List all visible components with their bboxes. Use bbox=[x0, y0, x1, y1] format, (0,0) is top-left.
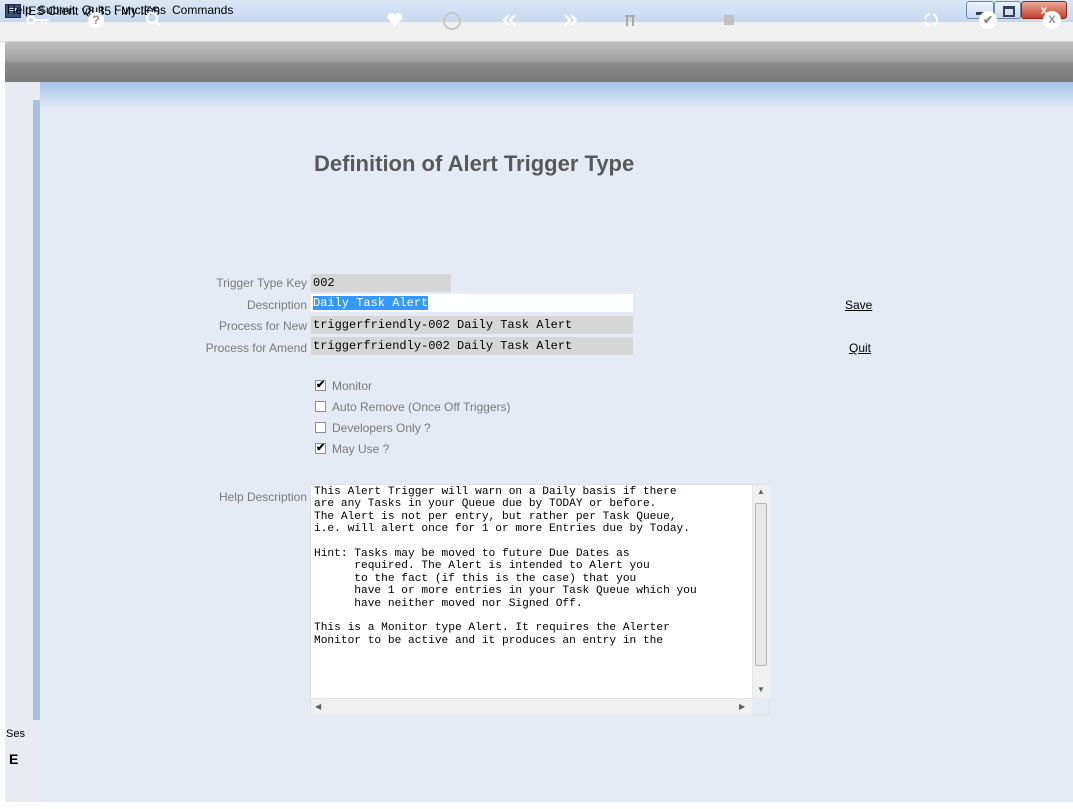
close-icon[interactable]: X bbox=[1043, 11, 1061, 29]
auto-remove-label: Auto Remove (Once Off Triggers) bbox=[332, 400, 511, 414]
rewind-icon[interactable] bbox=[497, 10, 523, 30]
process-for-amend-field[interactable]: triggerfriendly-002 Daily Task Alert bbox=[311, 337, 633, 355]
scrollbar-thumb[interactable] bbox=[755, 503, 767, 666]
stop-icon[interactable] bbox=[716, 10, 742, 30]
session-label: Ses bbox=[6, 728, 25, 740]
scroll-left-arrow-icon[interactable]: ◀ bbox=[315, 702, 321, 711]
content-header-gradient bbox=[40, 82, 1073, 110]
fast-forward-icon[interactable] bbox=[557, 10, 583, 30]
key-icon[interactable] bbox=[26, 10, 52, 30]
trigger-type-key-label: Trigger Type Key bbox=[216, 276, 307, 290]
help-description-text: This Alert Trigger will warn on a Daily … bbox=[314, 486, 697, 647]
help-description-label: Help Description bbox=[218, 490, 307, 504]
trigger-type-key-field[interactable]: 002 bbox=[311, 274, 451, 292]
may-use-checkbox[interactable]: ✔ bbox=[315, 443, 326, 454]
scroll-right-arrow-icon[interactable]: ▶ bbox=[739, 702, 745, 711]
save-button[interactable]: Save bbox=[845, 298, 872, 312]
help-description-textarea[interactable]: This Alert Trigger will warn on a Daily … bbox=[310, 484, 770, 715]
toolbar bbox=[5, 42, 1073, 82]
scrollbar-corner bbox=[752, 698, 769, 714]
auto-remove-checkbox[interactable] bbox=[315, 401, 326, 412]
menu-commands[interactable]: Commands bbox=[172, 3, 233, 17]
scroll-down-arrow-icon[interactable]: ▼ bbox=[757, 685, 765, 694]
help-icon[interactable]: ? bbox=[88, 12, 104, 28]
scroll-up-arrow-icon[interactable]: ▲ bbox=[757, 487, 765, 496]
monitor-label: Monitor bbox=[332, 379, 373, 393]
vertical-scrollbar[interactable]: ▲ ▼ bbox=[752, 485, 770, 698]
session-item-icon[interactable]: E bbox=[9, 751, 18, 767]
horizontal-scrollbar[interactable]: ◀ ▶ bbox=[311, 698, 752, 715]
maximize-button[interactable] bbox=[994, 1, 1021, 19]
description-value: Daily Task Alert bbox=[313, 296, 429, 310]
quit-button[interactable]: Quit bbox=[849, 341, 871, 355]
may-use-label: May Use ? bbox=[332, 442, 390, 456]
developers-only-checkbox[interactable] bbox=[315, 422, 326, 433]
clock-icon[interactable] bbox=[443, 12, 461, 30]
description-field[interactable]: Daily Task Alert bbox=[311, 294, 633, 312]
description-label: Description bbox=[246, 298, 307, 312]
search-icon[interactable] bbox=[141, 10, 167, 30]
page-title: Definition of Alert Trigger Type bbox=[314, 151, 635, 176]
recycle-icon[interactable] bbox=[918, 10, 944, 30]
process-for-new-label: Process for New bbox=[218, 319, 307, 333]
monitor-checkbox[interactable]: ✔ bbox=[315, 380, 326, 391]
process-for-new-field[interactable]: triggerfriendly-002 Daily Task Alert bbox=[311, 316, 633, 334]
check-icon[interactable]: ✔ bbox=[979, 11, 997, 29]
process-for-amend-label: Process for Amend bbox=[205, 341, 307, 355]
tree-icon[interactable] bbox=[617, 10, 643, 30]
developers-only-label: Developers Only ? bbox=[332, 421, 431, 435]
heart-icon[interactable] bbox=[382, 10, 408, 30]
session-panel-accent bbox=[33, 100, 40, 720]
